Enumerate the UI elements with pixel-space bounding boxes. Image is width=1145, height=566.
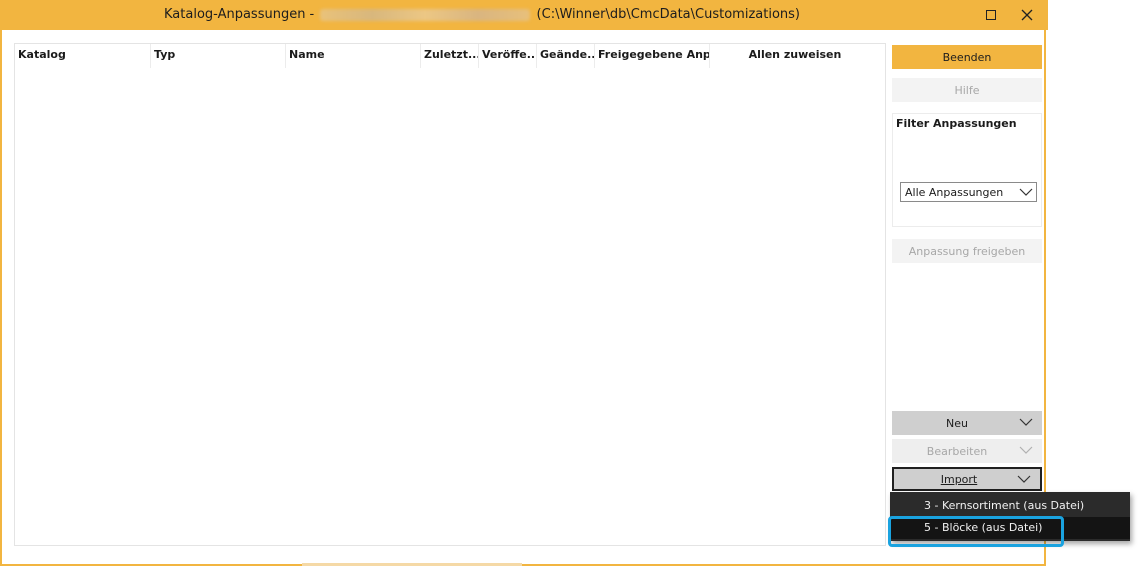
customizations-window: Katalog-Anpassungen - (C:\Winner\db\CmcD… (0, 0, 1048, 566)
menu-item-kernsortiment[interactable]: 3 - Kernsortiment (aus Datei) (890, 495, 1130, 517)
window-title: Katalog-Anpassungen - (C:\Winner\db\CmcD… (2, 7, 962, 22)
chevron-down-icon (1019, 188, 1033, 196)
chevron-down-icon (1019, 418, 1033, 426)
bearbeiten-button[interactable]: Bearbeiten (892, 439, 1042, 463)
chevron-down-icon (1019, 446, 1033, 454)
import-button-label: Import (940, 472, 978, 486)
bearbeiten-button-label: Bearbeiten (926, 444, 988, 458)
column-header-veroeffentlicht[interactable]: Veröffe... (479, 44, 537, 68)
maximize-icon (986, 10, 996, 20)
menu-item-bloecke[interactable]: 5 - Blöcke (aus Datei) (890, 517, 1130, 539)
beenden-button[interactable]: Beenden (892, 45, 1042, 69)
close-button[interactable] (1010, 0, 1044, 30)
neu-button[interactable]: Neu (892, 411, 1042, 435)
title-bar[interactable]: Katalog-Anpassungen - (C:\Winner\db\CmcD… (2, 0, 1048, 30)
column-header-geaendert[interactable]: Geände... (537, 44, 595, 68)
column-header-zuletzt[interactable]: Zuletzt... (421, 44, 479, 68)
column-header-name[interactable]: Name (286, 44, 421, 68)
anpassung-freigeben-button[interactable]: Anpassung freigeben (892, 239, 1042, 263)
maximize-button[interactable] (974, 0, 1008, 30)
column-header-allen-zuweisen[interactable]: Allen zuweisen (710, 44, 880, 68)
chevron-down-icon (1017, 475, 1031, 483)
filter-select-value: Alle Anpassungen (905, 186, 1004, 199)
filter-group: Filter Anpassungen Alle Anpassungen (892, 113, 1042, 227)
column-header-katalog[interactable]: Katalog (15, 44, 151, 68)
column-header-freigegebene[interactable]: Freigegebene Anp... (595, 44, 710, 68)
import-button[interactable]: Import (892, 467, 1042, 491)
column-header-typ[interactable]: Typ (151, 44, 286, 68)
window-title-prefix: Katalog-Anpassungen - (164, 7, 315, 22)
window-title-path: (C:\Winner\db\CmcData\Customizations) (536, 7, 800, 22)
filter-select[interactable]: Alle Anpassungen (900, 182, 1037, 202)
close-icon (1021, 9, 1033, 21)
filter-title: Filter Anpassungen (896, 117, 1017, 130)
customizations-table[interactable]: Katalog Typ Name Zuletzt... Veröffe... G… (14, 43, 886, 546)
table-header: Katalog Typ Name Zuletzt... Veröffe... G… (15, 44, 885, 68)
redacted-text (320, 8, 531, 21)
import-dropdown-menu: 3 - Kernsortiment (aus Datei) 5 - Blöcke… (890, 492, 1130, 541)
hilfe-button[interactable]: Hilfe (892, 78, 1042, 102)
neu-button-label: Neu (946, 416, 968, 430)
